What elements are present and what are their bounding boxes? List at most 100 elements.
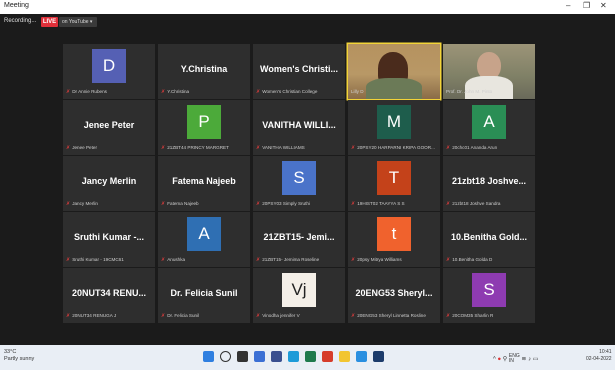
weather-temp: 33°C — [4, 349, 17, 355]
participant-tile[interactable]: 20NUT34 RENU... ✗ 20NUT34 RENUGA J — [63, 268, 155, 323]
participant-label: ✗ 19HIST02 TAAYYA S S — [351, 201, 438, 208]
minimize-icon[interactable]: – — [566, 1, 570, 10]
volume-icon[interactable]: ♪ — [528, 357, 531, 363]
close-icon[interactable]: ✕ — [600, 1, 607, 10]
participant-display-name: Y.Christina — [180, 64, 228, 74]
participant-name: Jenee Peter — [72, 145, 97, 150]
profile-logo-icon: Vj — [282, 273, 316, 307]
start-icon[interactable] — [203, 351, 214, 362]
search-icon[interactable] — [220, 351, 231, 362]
participant-label: ✗ 21ZBT44 PRINCY MARGRET — [161, 145, 248, 152]
participant-display-name: Sruthi Kumar -... — [73, 232, 144, 242]
participant-label: ✗ Jenee Peter — [66, 145, 153, 152]
participant-tile[interactable]: M ✗ 20PSY20 HARPARNI KRIPA GOOR... — [348, 100, 440, 155]
wifi-icon[interactable]: ≋ — [521, 357, 526, 363]
app-tray-icon[interactable]: ● — [498, 357, 502, 363]
meet-icon[interactable] — [254, 351, 265, 362]
participant-tile[interactable]: S ✗ 20COM35 Sharlin R — [443, 268, 535, 323]
participant-label: ✗ 20NUT34 RENUGA J — [66, 313, 153, 320]
youtube-dropdown[interactable]: on YouTube ▾ — [59, 17, 97, 27]
participant-display-name: Dr. Felicia Sunil — [170, 288, 238, 298]
mic-muted-icon: ✗ — [351, 201, 356, 207]
battery-icon[interactable]: ▭ — [533, 357, 539, 363]
participant-tile[interactable]: A ✗ Anushka — [158, 212, 250, 267]
recording-status: Recording... — [4, 18, 37, 24]
participant-tile[interactable]: Fatema Najeeb ✗ Fatema Najeeb — [158, 156, 250, 211]
participant-name: Vinodha jennifer V — [262, 313, 300, 318]
participant-display-name: 10.Benitha Gold... — [450, 232, 527, 242]
participant-tile[interactable]: Women's Christi... ✗ Women's Christian Col… — [253, 44, 345, 99]
participant-name: 10.Benitha Golda D — [452, 257, 493, 262]
participant-tile[interactable]: 10.Benitha Gold... ✗ 10.Benitha Golda D — [443, 212, 535, 267]
participant-name: 20ENG53 Sheryl Linnetta Rosline — [357, 313, 426, 318]
participant-tile[interactable]: Vj ✗ Vinodha jennifer V — [253, 268, 345, 323]
participant-label: ✗ 20psy Mitrya Williams — [351, 257, 438, 264]
participant-label: ✗ 21ZBT15- Jemima Roseline — [256, 257, 343, 264]
edge-icon[interactable] — [288, 351, 299, 362]
avatar: A — [472, 105, 506, 139]
mic-muted-icon: ✗ — [256, 145, 261, 151]
usb-icon[interactable]: ⚲ — [503, 357, 507, 363]
file-explorer-icon[interactable] — [339, 351, 350, 362]
mic-muted-icon: ✗ — [66, 89, 71, 95]
avatar: D — [92, 49, 126, 83]
participant-tile[interactable]: P ✗ 21ZBT44 PRINCY MARGRET — [158, 100, 250, 155]
participant-tile[interactable]: t ✗ 20psy Mitrya Williams — [348, 212, 440, 267]
mic-muted-icon: ✗ — [446, 201, 451, 207]
avatar: t — [377, 217, 411, 251]
participant-tile[interactable]: 21zbt18 Joshve... ✗ 21zbt18 Joshve Sandra — [443, 156, 535, 211]
participant-tile[interactable]: VANITHA WILLI... ✗ VANITHA WILLIAMS — [253, 100, 345, 155]
teams-icon[interactable] — [271, 351, 282, 362]
participant-name: Fatema Najeeb — [167, 201, 199, 206]
participant-label: ✗ 20COM35 Sharlin R — [446, 313, 533, 320]
participant-tile[interactable]: Lilly D — [348, 44, 440, 99]
participant-tile[interactable]: D ✗ Dr Annie Rubens — [63, 44, 155, 99]
store-icon[interactable] — [373, 351, 384, 362]
participant-tile[interactable]: T ✗ 19HIST02 TAAYYA S S — [348, 156, 440, 211]
task-view-icon[interactable] — [237, 351, 248, 362]
participant-tile[interactable]: Jancy Merlin ✗ Jancy Merlin — [63, 156, 155, 211]
mic-muted-icon: ✗ — [256, 89, 261, 95]
zoom-icon[interactable] — [356, 351, 367, 362]
live-badge[interactable]: LIVE — [41, 17, 58, 27]
mic-muted-icon: ✗ — [351, 145, 356, 151]
participant-tile[interactable]: Prof. Dr. John M. Pinto — [443, 44, 535, 99]
participant-name: Y.Christina — [167, 89, 190, 94]
office-icon[interactable] — [322, 351, 333, 362]
weather-widget[interactable]: 33°C Partly sunny — [4, 349, 34, 363]
participant-label: ✗ 21zbt18 Joshve Sandra — [446, 201, 533, 208]
maximize-icon[interactable]: ❐ — [583, 1, 590, 10]
participant-display-name: 20NUT34 RENU... — [71, 288, 147, 298]
avatar: P — [187, 105, 221, 139]
participant-tile[interactable]: Sruthi Kumar -... ✗ Sruthi Kumar - 19CMC61 — [63, 212, 155, 267]
meeting-toolbar: Recording... LIVE on YouTube ▾ — [0, 14, 615, 32]
mic-muted-icon: ✗ — [446, 313, 451, 319]
participant-tile[interactable]: 21ZBT15- Jemi... ✗ 21ZBT15- Jemima Roselin… — [253, 212, 345, 267]
weather-desc: Partly sunny — [4, 356, 35, 362]
mic-muted-icon: ✗ — [351, 257, 356, 263]
excel-icon[interactable] — [305, 351, 316, 362]
participant-name: 21ZBT44 PRINCY MARGRET — [167, 145, 229, 150]
participant-tile[interactable]: Y.Christina ✗ Y.Christina — [158, 44, 250, 99]
participant-tile[interactable]: A ✗ 20chc01 Ananda Arun — [443, 100, 535, 155]
mic-muted-icon: ✗ — [256, 257, 261, 263]
participant-label: ✗ Vinodha jennifer V — [256, 313, 343, 320]
chevron-up-icon[interactable]: ^ — [493, 357, 496, 363]
mic-muted-icon: ✗ — [446, 145, 451, 151]
participant-name: 20psy Mitrya Williams — [357, 257, 402, 262]
participant-label: ✗ 20ENG53 Sheryl Linnetta Rosline — [351, 313, 438, 320]
participant-tile[interactable]: Dr. Felicia Sunil ✗ Dr. Felicia Sunil — [158, 268, 250, 323]
participant-label: ✗ 20PSY20 HARPARNI KRIPA GOOR... — [351, 145, 438, 152]
participant-tile[interactable]: Jenee Peter ✗ Jenee Peter — [63, 100, 155, 155]
mic-muted-icon: ✗ — [161, 313, 166, 319]
clock[interactable]: 10:41 02-04-2022 — [586, 349, 612, 363]
participant-display-name: 21ZBT15- Jemi... — [263, 232, 335, 242]
participant-name: Anushka — [167, 257, 186, 262]
participant-tile[interactable]: S ✗ 20PSY03 Simply Sruthi — [253, 156, 345, 211]
mic-muted-icon: ✗ — [161, 89, 166, 95]
participant-label: ✗ 10.Benitha Golda D — [446, 257, 533, 264]
participant-display-name: Fatema Najeeb — [172, 176, 236, 186]
participant-label: ✗ VANITHA WILLIAMS — [256, 145, 343, 152]
participant-label: ✗ Jancy Merlin — [66, 201, 153, 208]
participant-tile[interactable]: 20ENG53 Sheryl... ✗ 20ENG53 Sheryl Linnett… — [348, 268, 440, 323]
